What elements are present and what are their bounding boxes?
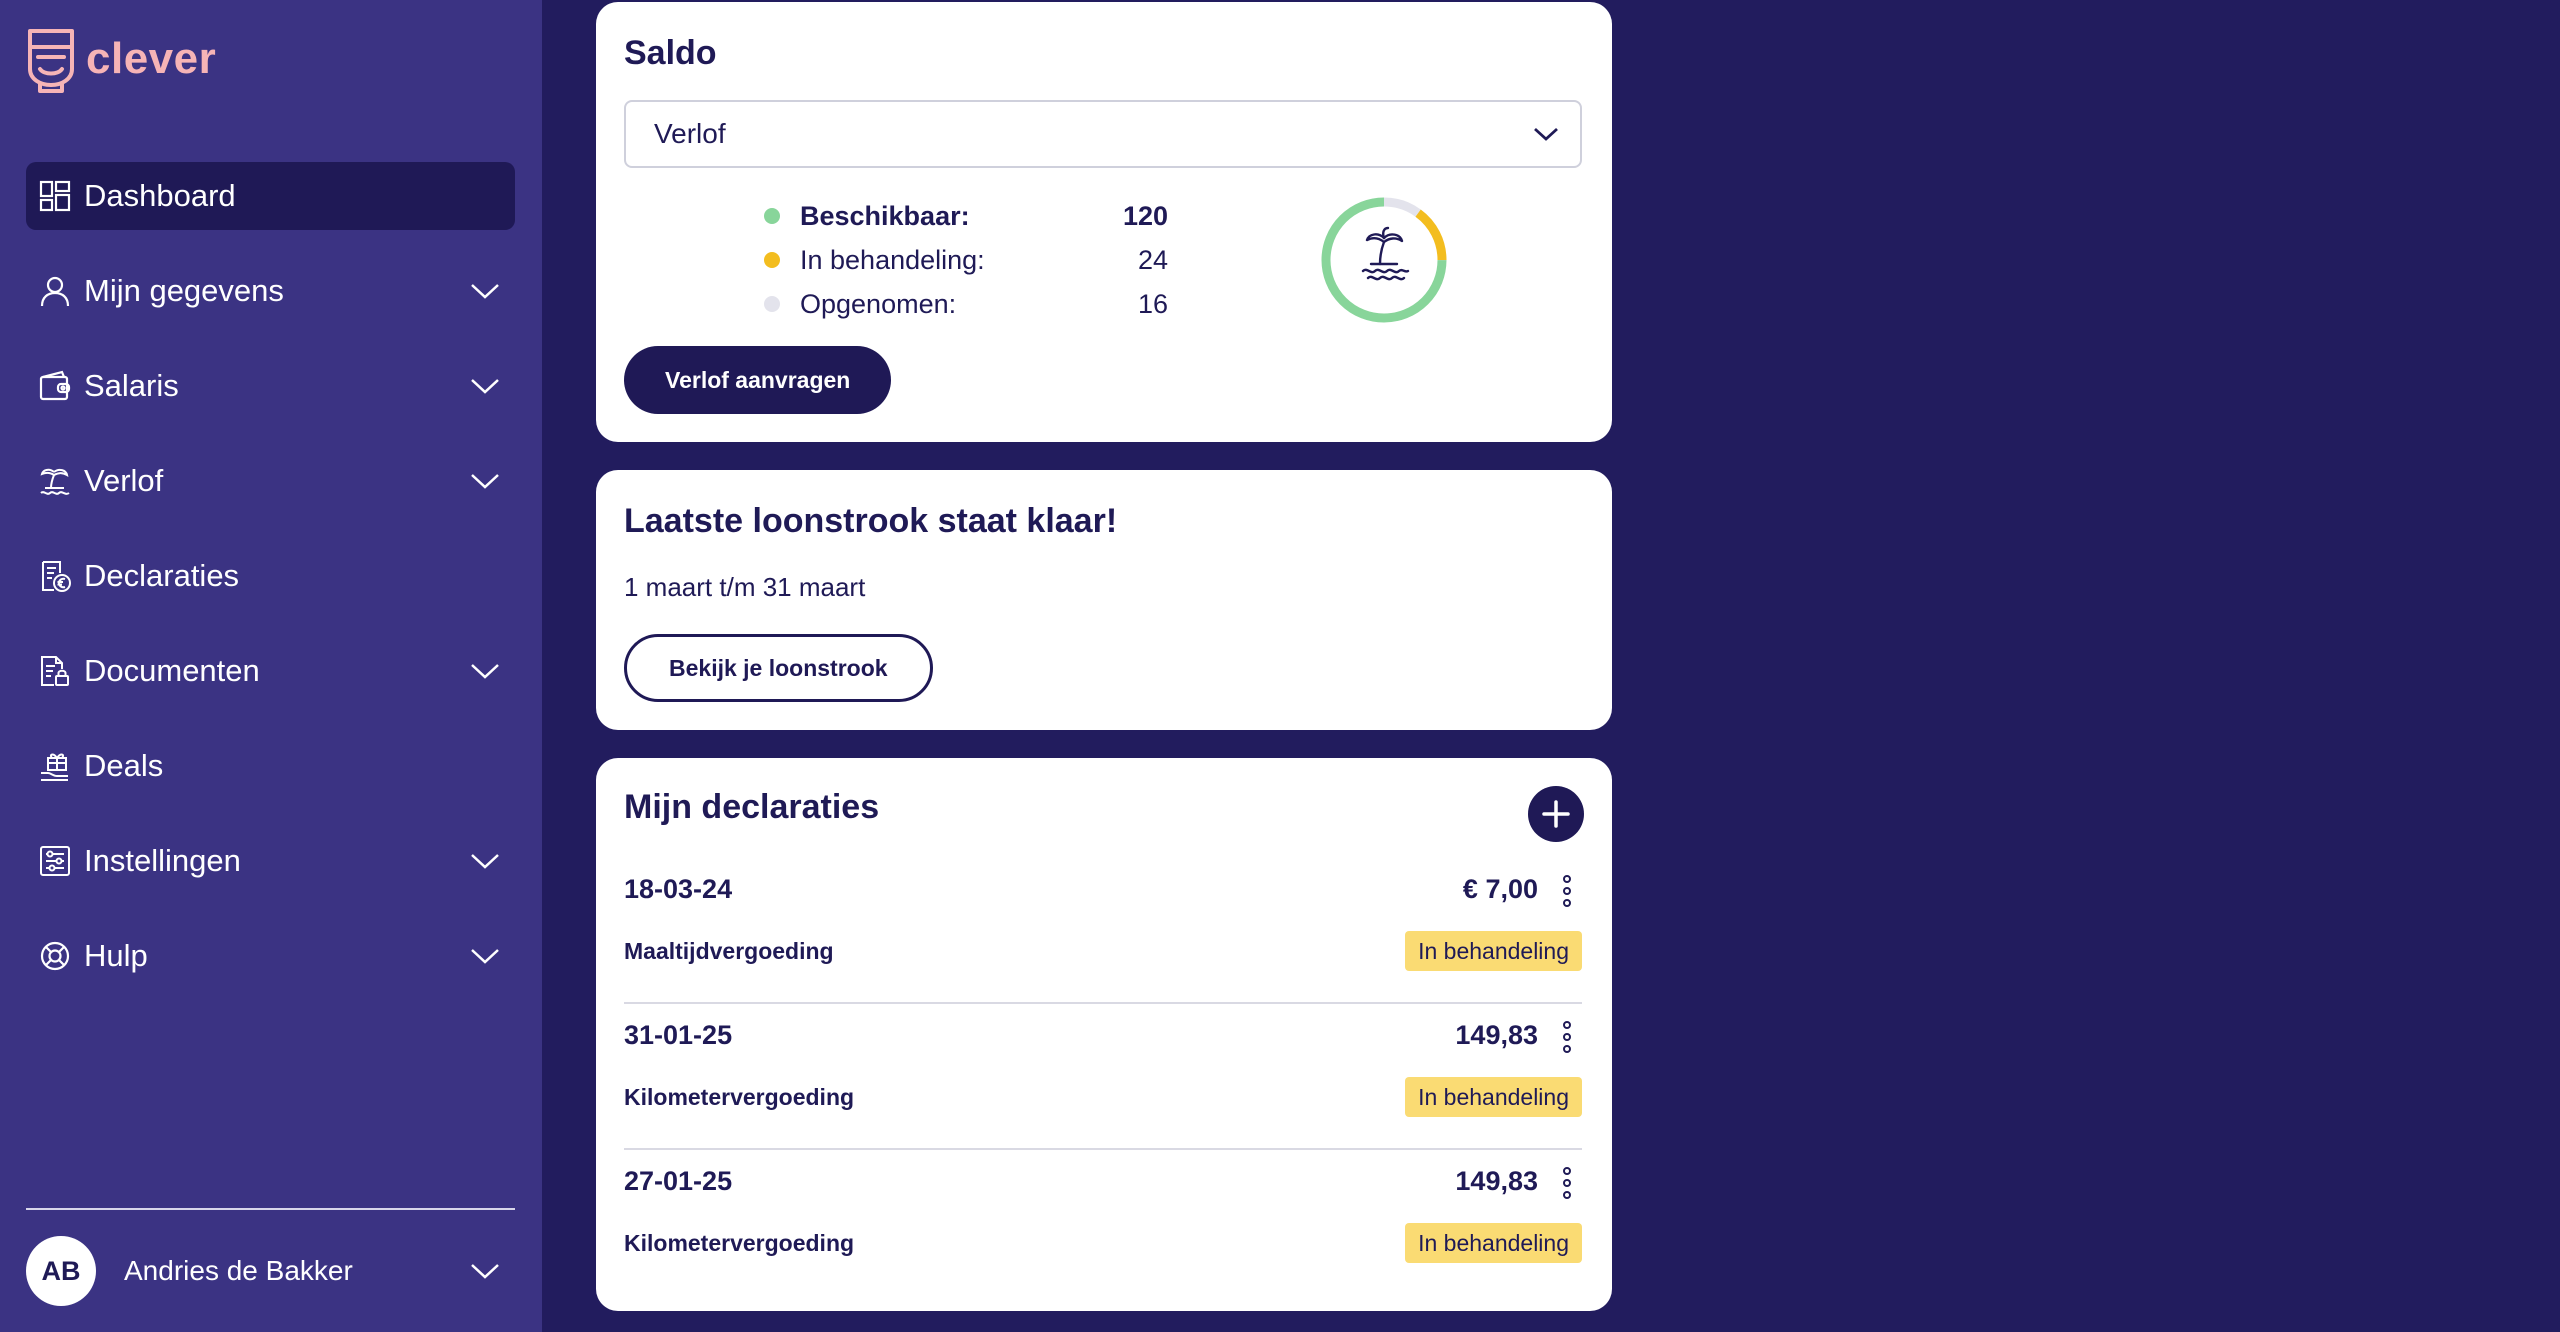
wallet-icon — [38, 369, 72, 403]
add-declaratie-button[interactable] — [1528, 786, 1584, 842]
sidebar-item-label: Instellingen — [84, 843, 241, 878]
legend-label: Beschikbaar: — [800, 200, 970, 231]
declaratie-type: Kilometervergoeding — [624, 1084, 855, 1110]
legend-value: 16 — [1137, 288, 1168, 319]
sidebar-item-salaris[interactable]: Salaris — [26, 352, 515, 420]
declaraties-title: Mijn declaraties — [624, 788, 880, 826]
legend-opgenomen: Opgenomen: 16 — [764, 282, 1168, 326]
saldo-type-select[interactable]: Verlof — [624, 100, 1582, 168]
dashboard-icon — [38, 179, 72, 213]
verlof-aanvragen-button[interactable]: Verlof aanvragen — [624, 346, 892, 414]
sidebar-item-verlof[interactable]: Verlof — [26, 447, 515, 515]
sidebar-item-label: Salaris — [84, 368, 179, 403]
declaratie-type: Maaltijdvergoeding — [624, 938, 834, 964]
sidebar-item-deals[interactable]: Deals — [26, 732, 515, 800]
sidebar-nav: Dashboard Mijn gegevens Salaris Verlof D… — [26, 162, 515, 1017]
user-icon — [38, 274, 72, 308]
chevron-down-icon[interactable] — [469, 1259, 501, 1283]
user-name: Andries de Bakker — [124, 1255, 353, 1286]
loonstrook-period: 1 maart t/m 31 maart — [624, 572, 866, 602]
gift-hand-icon — [38, 749, 72, 783]
list-item[interactable]: 27-01-25 149,83 Kilometervergoeding In b… — [624, 1150, 1582, 1296]
status-badge: In behandeling — [1405, 931, 1582, 971]
settings-sliders-icon — [38, 844, 72, 878]
loonstrook-title: Laatste loonstrook staat klaar! — [624, 502, 1118, 540]
loonstrook-card: Laatste loonstrook staat klaar! 1 maart … — [596, 470, 1612, 730]
logo[interactable]: clever — [26, 24, 216, 94]
sidebar-item-label: Documenten — [84, 653, 260, 688]
chevron-down-icon[interactable] — [469, 849, 501, 873]
legend-beschikbaar: Beschikbaar: 120 — [764, 194, 1168, 238]
legend-value: 24 — [1137, 244, 1168, 275]
legend-label: Opgenomen: — [800, 288, 957, 319]
saldo-type-value: Verlof — [654, 118, 726, 149]
declaratie-date: 31-01-25 — [624, 1020, 733, 1050]
bekijk-loonstrook-button[interactable]: Bekijk je loonstrook — [624, 634, 933, 702]
legend-value: 120 — [1122, 200, 1168, 231]
sidebar-item-label: Verlof — [84, 463, 164, 498]
user-menu[interactable]: AB Andries de Bakker — [26, 1236, 515, 1306]
declaratie-amount: 149,83 — [1455, 1020, 1538, 1050]
declaratie-date: 18-03-24 — [624, 874, 733, 904]
sidebar-item-hulp[interactable]: Hulp — [26, 922, 515, 990]
chevron-down-icon[interactable] — [469, 659, 501, 683]
sidebar-divider — [26, 1208, 515, 1210]
island-icon — [38, 464, 72, 498]
chevron-down-icon[interactable] — [469, 279, 501, 303]
chevron-down-icon — [1532, 124, 1560, 144]
saldo-legend: Beschikbaar: 120 In behandeling: 24 Opge… — [764, 194, 1168, 326]
more-vertical-icon[interactable] — [1560, 1020, 1574, 1054]
status-badge: In behandeling — [1405, 1223, 1582, 1263]
receipt-euro-icon — [38, 559, 72, 593]
chevron-down-icon[interactable] — [469, 944, 501, 968]
legend-dot — [764, 296, 780, 312]
declaratie-type: Kilometervergoeding — [624, 1230, 855, 1256]
sidebar-item-label: Hulp — [84, 938, 148, 973]
legend-dot — [764, 252, 780, 268]
declaratie-amount: € 7,00 — [1462, 874, 1538, 904]
legend-label: In behandeling: — [800, 244, 985, 275]
saldo-title: Saldo — [624, 34, 717, 72]
more-vertical-icon[interactable] — [1560, 874, 1574, 908]
sidebar-item-label: Declaraties — [84, 558, 240, 593]
island-icon — [1361, 226, 1410, 281]
saldo-card: Saldo Verlof Beschikbaar: 120 In behande… — [596, 2, 1612, 442]
legend-dot — [764, 208, 780, 224]
declaraties-list: 18-03-24 € 7,00 Maaltijdvergoeding In be… — [624, 858, 1582, 1296]
sidebar: clever Dashboard Mijn gegevens Salaris V… — [0, 0, 542, 1332]
chevron-down-icon[interactable] — [469, 469, 501, 493]
chevron-down-icon[interactable] — [469, 374, 501, 398]
list-item[interactable]: 31-01-25 149,83 Kilometervergoeding In b… — [624, 1004, 1582, 1150]
clever-logo-icon — [28, 29, 74, 93]
sidebar-item-label: Deals — [84, 748, 164, 783]
saldo-donut-chart — [1318, 194, 1450, 326]
declaraties-card: Mijn declaraties 18-03-24 € 7,00 Maaltij… — [596, 758, 1612, 1311]
more-vertical-icon[interactable] — [1560, 1166, 1574, 1200]
sidebar-item-label: Mijn gegevens — [84, 273, 284, 308]
status-badge: In behandeling — [1405, 1077, 1582, 1117]
avatar: AB — [26, 1236, 96, 1306]
sidebar-item-documenten[interactable]: Documenten — [26, 637, 515, 705]
sidebar-item-label: Dashboard — [84, 178, 236, 213]
sidebar-item-dashboard[interactable]: Dashboard — [26, 162, 515, 230]
declaratie-date: 27-01-25 — [624, 1166, 733, 1196]
sidebar-item-mijn-gegevens[interactable]: Mijn gegevens — [26, 257, 515, 325]
lifebuoy-icon — [38, 939, 72, 973]
sidebar-item-instellingen[interactable]: Instellingen — [26, 827, 515, 895]
list-item[interactable]: 18-03-24 € 7,00 Maaltijdvergoeding In be… — [624, 858, 1582, 1004]
legend-in-behandeling: In behandeling: 24 — [764, 238, 1168, 282]
declaratie-amount: 149,83 — [1455, 1166, 1538, 1196]
plus-icon — [1542, 800, 1570, 828]
sidebar-item-declaraties[interactable]: Declaraties — [26, 542, 515, 610]
document-lock-icon — [38, 654, 72, 688]
brand-name: clever — [86, 34, 217, 83]
